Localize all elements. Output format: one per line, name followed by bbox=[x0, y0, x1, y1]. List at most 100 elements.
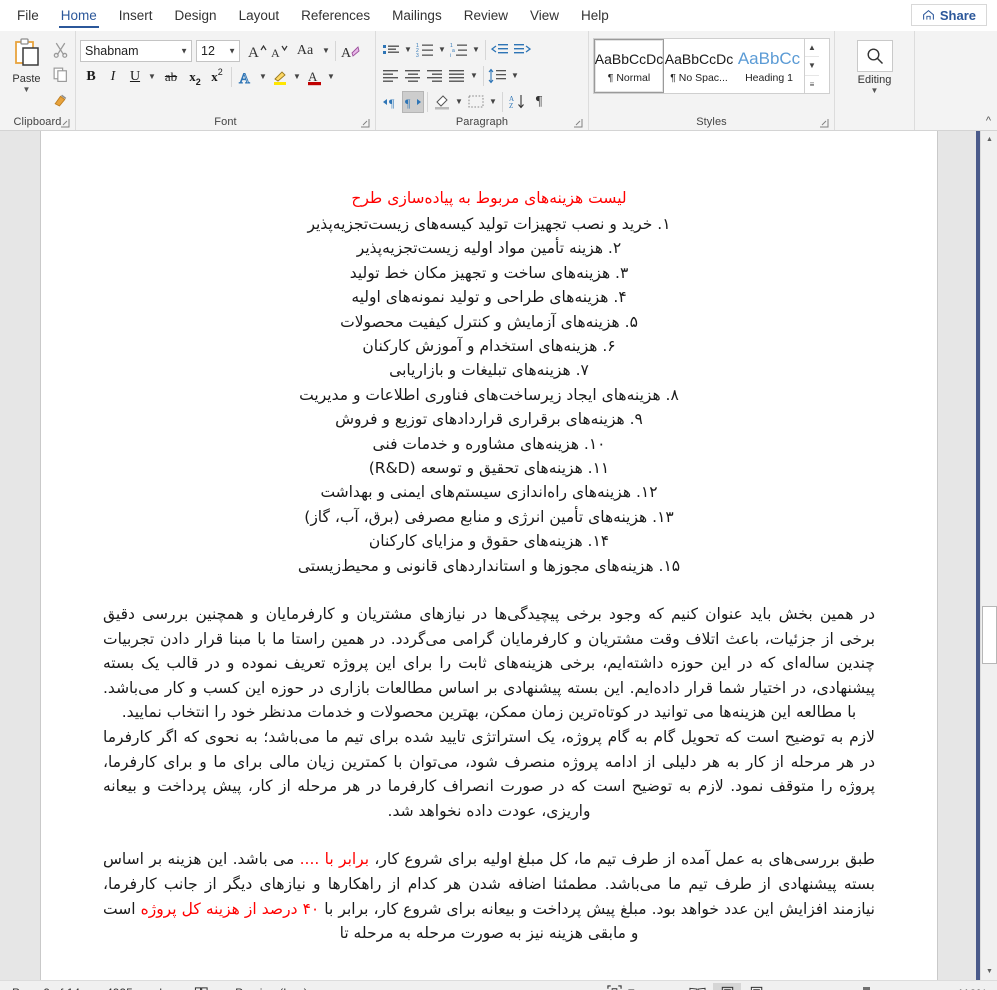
cut-button[interactable] bbox=[49, 38, 71, 60]
change-case-button[interactable]: Aa bbox=[290, 40, 320, 62]
bullet-list-chevron-down-icon[interactable]: ▼ bbox=[402, 39, 414, 61]
proofing-errors-icon[interactable] bbox=[194, 986, 209, 990]
shading-button[interactable] bbox=[431, 91, 453, 113]
text-highlight-chevron-down-icon[interactable]: ▼ bbox=[291, 66, 303, 88]
style-name-heading-1: Heading 1 bbox=[745, 71, 793, 84]
word-count[interactable]: 4925 words bbox=[106, 986, 168, 990]
multilevel-list-button[interactable]: 1ai bbox=[448, 39, 470, 61]
underline-button[interactable]: U bbox=[124, 66, 146, 88]
line-spacing-chevron-down-icon[interactable]: ▼ bbox=[509, 65, 521, 87]
underline-chevron-down-icon[interactable]: ▼ bbox=[146, 66, 158, 88]
font-color-button[interactable]: A bbox=[303, 66, 325, 88]
change-case-chevron-down-icon[interactable]: ▼ bbox=[320, 40, 332, 62]
zoom-control[interactable]: − + 110% bbox=[786, 986, 987, 990]
font-dialog-launcher-icon[interactable] bbox=[360, 116, 371, 128]
bullet-list-button[interactable] bbox=[380, 39, 402, 61]
tab-references[interactable]: References bbox=[290, 3, 381, 29]
bold-button[interactable]: B bbox=[80, 66, 102, 88]
styles-gallery-scrollbar[interactable]: ▲ ▼ ≡ bbox=[804, 39, 819, 93]
document-page[interactable]: لیست هزینه‌های مربوط به پیاده‌سازی طرح ۱… bbox=[40, 131, 938, 980]
decrease-indent-button[interactable] bbox=[489, 39, 511, 61]
tab-mailings[interactable]: Mailings bbox=[381, 3, 453, 29]
right-to-left-button[interactable]: ¶ bbox=[402, 90, 424, 113]
style-item-no-spacing[interactable]: AaBbCcDc ¶ No Spac... bbox=[664, 39, 734, 93]
superscript-button[interactable]: x2 bbox=[206, 66, 228, 88]
align-center-button[interactable] bbox=[402, 65, 424, 87]
grow-font-button[interactable]: A bbox=[246, 40, 268, 62]
tab-design[interactable]: Design bbox=[164, 3, 228, 29]
tab-view[interactable]: View bbox=[519, 3, 570, 29]
italic-button[interactable]: I bbox=[102, 66, 124, 88]
justify-chevron-down-icon[interactable]: ▼ bbox=[468, 65, 480, 87]
tab-layout[interactable]: Layout bbox=[228, 3, 291, 29]
print-layout-button[interactable] bbox=[713, 983, 741, 990]
document-area: لیست هزینه‌های مربوط به پیاده‌سازی طرح ۱… bbox=[0, 131, 997, 980]
show-formatting-marks-button[interactable]: ¶ bbox=[528, 91, 550, 113]
clear-formatting-button[interactable]: A bbox=[339, 40, 361, 62]
shading-chevron-down-icon[interactable]: ▼ bbox=[453, 91, 465, 113]
tab-help[interactable]: Help bbox=[570, 3, 620, 29]
text-effects-chevron-down-icon[interactable]: ▼ bbox=[257, 66, 269, 88]
tab-review[interactable]: Review bbox=[453, 3, 519, 29]
style-item-heading-1[interactable]: AaBbCc Heading 1 bbox=[734, 39, 804, 93]
styles-gallery[interactable]: AaBbCcDc ¶ Normal AaBbCcDc ¶ No Spac... … bbox=[593, 38, 830, 94]
page-indicator[interactable]: Page 9 of 14 bbox=[12, 986, 80, 990]
line-spacing-button[interactable] bbox=[487, 65, 509, 87]
tab-home[interactable]: Home bbox=[50, 3, 108, 29]
editing-chevron-down-icon[interactable]: ▼ bbox=[871, 87, 879, 95]
zoom-out-button[interactable]: − bbox=[786, 986, 798, 990]
copy-button[interactable] bbox=[49, 63, 71, 85]
borders-button[interactable] bbox=[465, 91, 487, 113]
numbered-list-button[interactable]: 123 bbox=[414, 39, 436, 61]
styles-scroll-up-icon[interactable]: ▲ bbox=[805, 39, 819, 58]
tab-file[interactable]: File bbox=[6, 3, 50, 29]
zoom-level-label[interactable]: 110% bbox=[949, 987, 987, 990]
read-mode-button[interactable] bbox=[683, 983, 711, 990]
font-size-combobox[interactable]: 12 ▼ bbox=[196, 39, 240, 62]
align-right-button[interactable] bbox=[424, 65, 446, 87]
share-button[interactable]: Share bbox=[910, 4, 987, 26]
svg-text:A: A bbox=[308, 69, 318, 84]
document-content[interactable]: لیست هزینه‌های مربوط به پیاده‌سازی طرح ۱… bbox=[41, 131, 937, 946]
tab-insert[interactable]: Insert bbox=[108, 3, 164, 29]
format-painter-button[interactable] bbox=[49, 88, 71, 110]
scroll-up-icon[interactable]: ▲ bbox=[981, 131, 997, 148]
styles-more-icon[interactable]: ≡ bbox=[805, 76, 819, 93]
text-effects-button[interactable]: A bbox=[235, 66, 257, 88]
paste-button[interactable]: Paste ▼ bbox=[4, 34, 49, 94]
font-color-chevron-down-icon[interactable]: ▼ bbox=[325, 66, 337, 88]
styles-scroll-down-icon[interactable]: ▼ bbox=[805, 57, 819, 76]
style-item-normal[interactable]: AaBbCcDc ¶ Normal bbox=[594, 39, 664, 93]
sort-button[interactable]: AZ bbox=[506, 91, 528, 113]
numbered-list-chevron-down-icon[interactable]: ▼ bbox=[436, 39, 448, 61]
clipboard-dialog-launcher-icon[interactable] bbox=[60, 116, 71, 128]
borders-chevron-down-icon[interactable]: ▼ bbox=[487, 91, 499, 113]
scroll-down-icon[interactable]: ▼ bbox=[981, 963, 997, 980]
font-name-combobox[interactable]: Shabnam ▼ bbox=[80, 39, 192, 62]
focus-mode-button[interactable]: Focus bbox=[607, 984, 660, 990]
align-left-button[interactable] bbox=[380, 65, 402, 87]
vertical-scrollbar[interactable]: ▲ ▼ bbox=[980, 131, 997, 980]
vertical-scrollbar-thumb[interactable] bbox=[982, 606, 997, 664]
paste-chevron-down-icon[interactable]: ▼ bbox=[23, 86, 31, 94]
font-name-chevron-down-icon[interactable]: ▼ bbox=[180, 46, 188, 55]
font-size-chevron-down-icon[interactable]: ▼ bbox=[228, 46, 236, 55]
increase-indent-button[interactable] bbox=[511, 39, 533, 61]
subscript-button[interactable]: x2 bbox=[184, 66, 206, 88]
web-layout-button[interactable] bbox=[743, 983, 771, 990]
language-indicator[interactable]: Persian (Iran) bbox=[235, 986, 308, 990]
paragraph-dialog-launcher-icon[interactable] bbox=[573, 116, 584, 128]
ribbon-tab-bar: File Home Insert Design Layout Reference… bbox=[0, 0, 997, 31]
multilevel-list-chevron-down-icon[interactable]: ▼ bbox=[470, 39, 482, 61]
status-bar: Page 9 of 14 4925 words Persian (Iran) F… bbox=[0, 980, 997, 990]
styles-dialog-launcher-icon[interactable] bbox=[819, 116, 830, 128]
shrink-font-button[interactable]: A bbox=[268, 40, 290, 62]
editing-button[interactable]: Editing ▼ bbox=[850, 34, 900, 95]
zoom-in-button[interactable]: + bbox=[924, 986, 936, 990]
text-highlight-button[interactable] bbox=[269, 66, 291, 88]
collapse-ribbon-icon[interactable]: ^ bbox=[986, 115, 991, 127]
left-to-right-button[interactable]: ¶ bbox=[380, 91, 402, 113]
justify-button[interactable] bbox=[446, 65, 468, 87]
svg-text:3: 3 bbox=[416, 53, 419, 58]
strikethrough-button[interactable]: ab bbox=[158, 66, 184, 88]
